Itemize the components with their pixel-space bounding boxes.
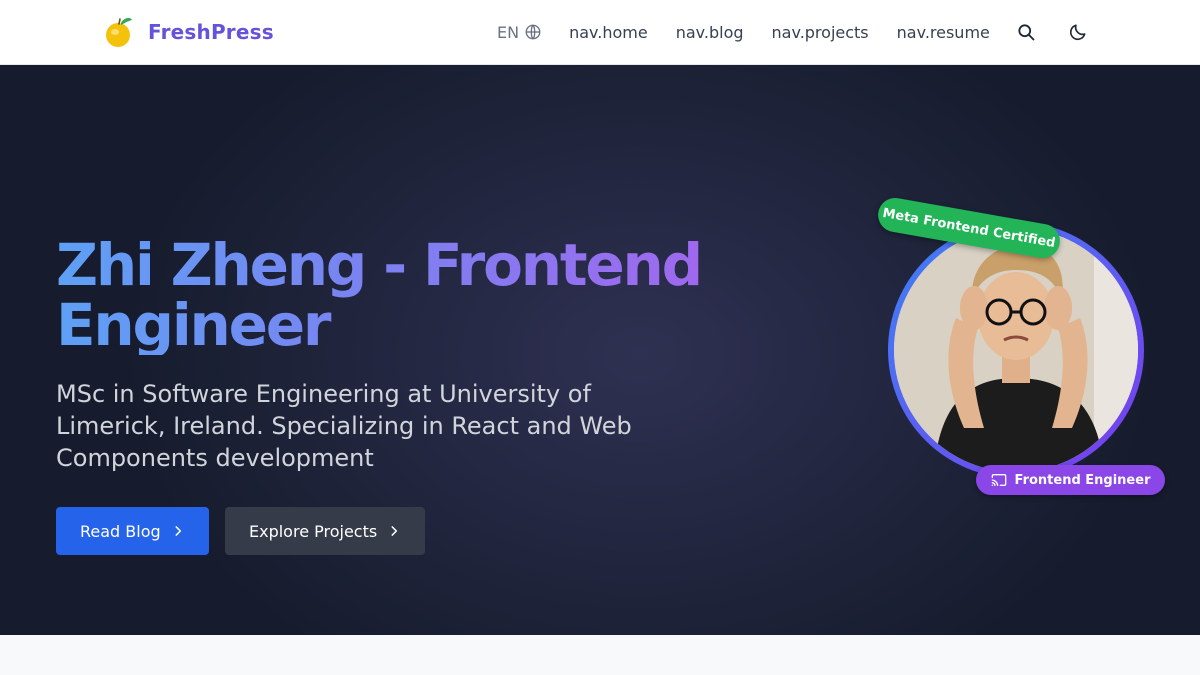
moon-icon (1069, 24, 1086, 41)
search-icon (1018, 24, 1035, 41)
nav-link-home[interactable]: nav.home (569, 23, 648, 42)
profile-photo-illustration (894, 228, 1138, 472)
chevron-right-icon (391, 526, 398, 536)
avatar (888, 222, 1144, 478)
nav-link-resume[interactable]: nav.resume (897, 23, 990, 42)
cast-icon (991, 474, 1006, 486)
language-label: EN (497, 22, 520, 42)
lemon-logo-icon (106, 18, 132, 47)
nav-link-projects[interactable]: nav.projects (772, 23, 869, 42)
globe-icon (525, 24, 541, 40)
profile-photo (894, 228, 1138, 472)
read-blog-button[interactable]: Read Blog (56, 507, 209, 555)
explore-projects-button[interactable]: Explore Projects (225, 507, 426, 555)
role-badge: Frontend Engineer (976, 465, 1165, 495)
nav-menu: EN nav.home nav.blog nav.projects nav.re… (497, 0, 1090, 64)
next-section (0, 635, 1200, 675)
top-navbar: FreshPress EN nav.home nav.blog nav.proj… (0, 0, 1200, 65)
nav-link-blog[interactable]: nav.blog (676, 23, 744, 42)
brand-name: FreshPress (148, 20, 274, 44)
brand-logo[interactable]: FreshPress (104, 14, 274, 50)
explore-projects-label: Explore Projects (249, 521, 378, 541)
chevron-right-icon (175, 526, 181, 536)
search-button[interactable] (1014, 20, 1038, 44)
hero-subtitle: MSc in Software Engineering at Universit… (56, 380, 632, 472)
read-blog-label: Read Blog (80, 521, 161, 541)
role-badge-label: Frontend Engineer (1014, 472, 1151, 488)
language-switcher[interactable]: EN (497, 23, 542, 42)
hero-title: Zhi Zheng - Frontend Engineer (56, 235, 756, 355)
hero-section: Zhi Zheng - Frontend Engineer MSc in Sof… (0, 65, 1200, 635)
theme-toggle-button[interactable] (1066, 20, 1090, 44)
